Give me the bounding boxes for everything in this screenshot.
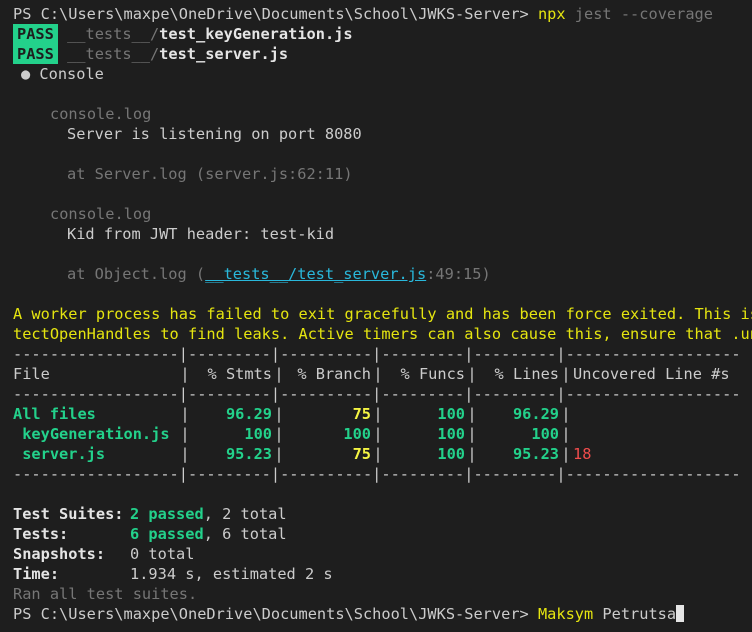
coverage-header-row: File |% Stmts |% Branch |% Funcs |% Lines | Un…	[13, 365, 730, 383]
console-log-type: console.log	[50, 105, 152, 123]
worker-warning-line: A worker process has failed to exit grac…	[13, 305, 752, 323]
typed-args: Petrutsa	[593, 605, 677, 623]
pass-badge: PASS	[13, 24, 58, 44]
test-file: test_keyGeneration.js	[159, 25, 353, 43]
summary-suites: Test Suites: 2 passed, 2 total	[13, 505, 287, 523]
stack-location: :49:15	[426, 265, 482, 283]
col-file: File	[13, 365, 50, 383]
col-uncovered: Uncovered Line #s	[573, 365, 730, 383]
prompt-path: PS C:\Users\maxpe\OneDrive\Documents\Sch…	[13, 5, 538, 23]
stack-trace-line: at Server.log (server.js:62:11)	[67, 165, 353, 183]
stack-file-link[interactable]: __tests__/test_server.js	[205, 265, 426, 283]
test-dir: __tests__/	[67, 25, 160, 43]
coverage-row: All files | 96.29 | 75 | 100 | 96.29 |	[13, 405, 571, 423]
stack-trace-line: at Object.log (__tests__/test_server.js:…	[67, 265, 491, 283]
test-result-row: PASS __tests__/test_server.js	[0, 44, 752, 64]
console-header: ● Console	[21, 65, 104, 83]
console-log-type: console.log	[50, 205, 152, 223]
text-cursor	[676, 605, 685, 622]
summary-tests: Tests: 6 passed, 6 total	[13, 525, 287, 543]
col-branch: % Branch	[297, 365, 371, 383]
command-prompt-line: PS C:\Users\maxpe\OneDrive\Documents\Sch…	[0, 4, 752, 24]
command-args: jest --coverage	[565, 5, 713, 23]
final-prompt-line[interactable]: PS C:\Users\maxpe\OneDrive\Documents\Sch…	[0, 604, 752, 624]
col-stmts: % Stmts	[207, 365, 272, 383]
pass-badge: PASS	[13, 44, 58, 64]
test-file: test_server.js	[159, 45, 289, 63]
typed-command: Maksym	[537, 605, 594, 623]
prompt-path: PS C:\Users\maxpe\OneDrive\Documents\Sch…	[13, 605, 538, 623]
console-log-message: Kid from JWT header: test-kid	[67, 225, 335, 243]
coverage-separator: ------------------|---------|----------|…	[13, 385, 741, 403]
terminal-window[interactable]: PS C:\Users\maxpe\OneDrive\Documents\Sch…	[0, 0, 752, 632]
summary-time: Time: 1.934 s, estimated 2 s	[13, 565, 333, 583]
col-lines: % Lines	[494, 365, 559, 383]
test-result-row: PASS __tests__/test_keyGeneration.js	[0, 24, 752, 44]
stack-location: server.js:62:11	[205, 165, 344, 183]
command-name: npx	[537, 5, 566, 23]
coverage-row: keyGeneration.js | 100 | 100 | 100 | 100 |	[13, 425, 571, 443]
console-log-message: Server is listening on port 8080	[67, 125, 362, 143]
col-funcs: % Funcs	[400, 365, 465, 383]
coverage-separator: ------------------|---------|----------|…	[13, 465, 741, 483]
coverage-row: server.js | 95.23 | 75 | 100 | 95.23 | 18	[13, 445, 592, 463]
worker-warning-line: tectOpenHandles to find leaks. Active ti…	[13, 325, 752, 343]
summary-ran: Ran all test suites.	[13, 585, 198, 603]
test-dir: __tests__/	[67, 45, 160, 63]
summary-snapshots: Snapshots: 0 total	[13, 545, 195, 563]
coverage-separator: ------------------|---------|----------|…	[13, 345, 741, 363]
